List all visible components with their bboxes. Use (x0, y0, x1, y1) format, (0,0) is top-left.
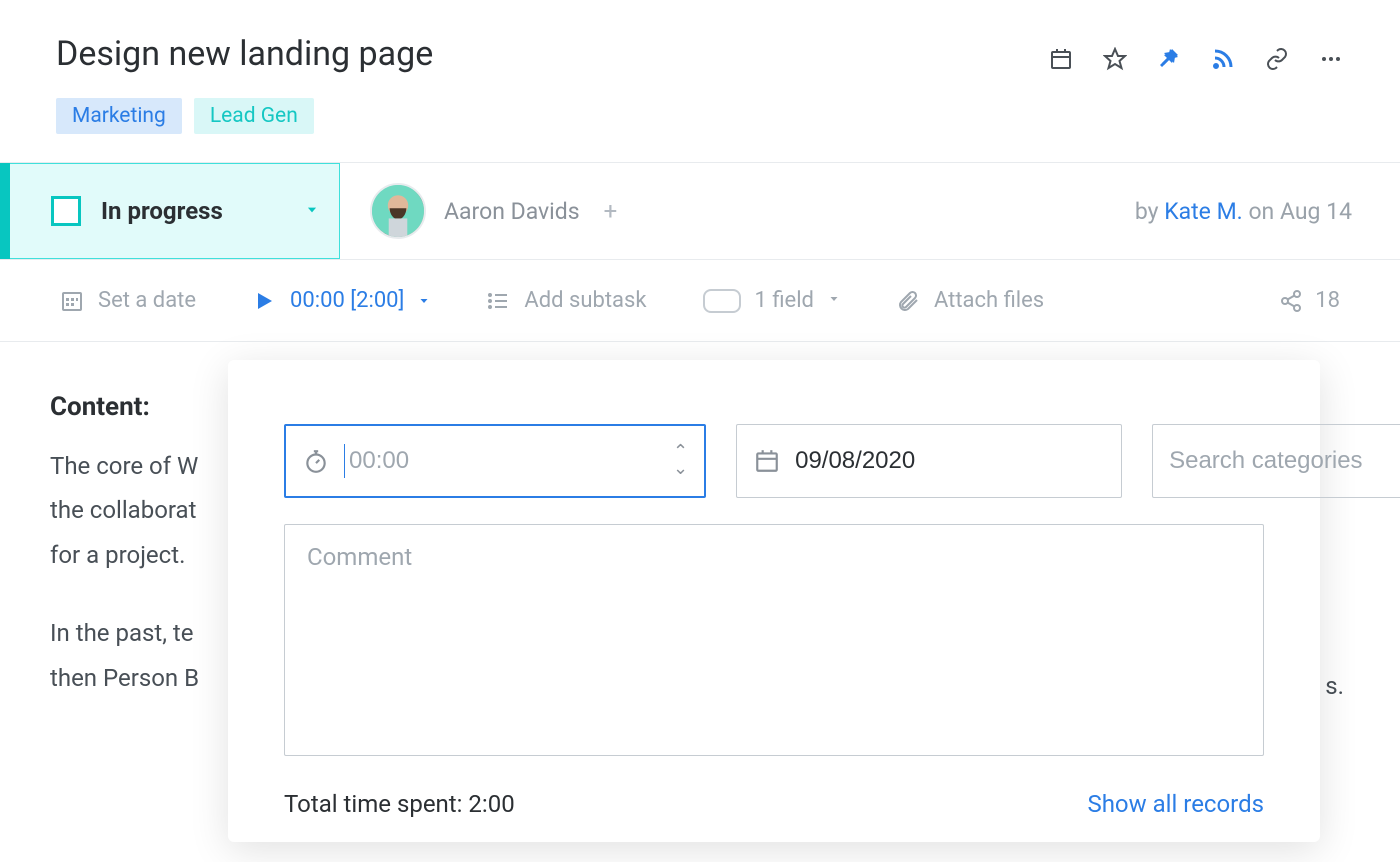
field-badge-icon (703, 289, 741, 313)
comment-input[interactable] (307, 543, 1241, 737)
time-spinner[interactable]: ⌃ ⌄ (673, 446, 688, 475)
calendar-icon (753, 447, 781, 475)
complete-checkbox[interactable] (51, 196, 81, 226)
status-label: In progress (101, 197, 285, 225)
star-icon[interactable] (1102, 46, 1128, 72)
task-title[interactable]: Design new landing page (56, 34, 433, 74)
content-text: The core of W (50, 452, 198, 480)
chevron-down-icon[interactable]: ⌄ (673, 463, 688, 476)
share-icon (1279, 289, 1303, 313)
pin-icon[interactable] (1156, 46, 1182, 72)
show-all-records-link[interactable]: Show all records (1087, 790, 1264, 818)
status-selector[interactable]: In progress (0, 163, 340, 259)
status-row: In progress Aaron Davids + by Kate M. on… (0, 162, 1400, 260)
custom-fields-button[interactable]: 1 field (703, 288, 840, 313)
categories-input[interactable] (1169, 447, 1400, 475)
content-text: the collaborat (50, 496, 196, 524)
share-button[interactable]: 18 (1279, 288, 1340, 313)
header-actions (1048, 34, 1344, 72)
stopwatch-icon (302, 447, 330, 475)
add-subtask-button[interactable]: Add subtask (486, 288, 646, 313)
calendar-grid-icon (60, 289, 84, 313)
tags-row: Marketing Lead Gen (56, 98, 433, 134)
created-date: on Aug 14 (1243, 198, 1352, 225)
rss-icon[interactable] (1210, 46, 1236, 72)
add-assignee-button[interactable]: + (604, 197, 618, 225)
tag-marketing[interactable]: Marketing (56, 98, 182, 134)
chevron-down-icon (828, 293, 840, 309)
total-label-text: Total time spent: (284, 790, 468, 818)
task-toolbar: Set a date 00:00 [2:00] Add subtask 1 fi… (0, 260, 1400, 342)
content-text-fragment: s. (1325, 672, 1344, 700)
timer-button[interactable]: 00:00 [2:00] (252, 288, 430, 313)
play-icon (252, 289, 276, 313)
calendar-icon[interactable] (1048, 46, 1074, 72)
add-subtask-label: Add subtask (524, 288, 646, 313)
created-meta: by Kate M. on Aug 14 (1135, 198, 1400, 225)
date-input[interactable] (795, 447, 1105, 475)
share-count: 18 (1315, 288, 1340, 313)
attach-files-label: Attach files (934, 288, 1044, 313)
content-text: for a project. (50, 541, 185, 569)
avatar[interactable] (370, 183, 426, 239)
author-link[interactable]: Kate M. (1164, 198, 1243, 225)
link-icon[interactable] (1264, 46, 1290, 72)
tag-lead-gen[interactable]: Lead Gen (194, 98, 314, 134)
comment-box[interactable] (284, 524, 1264, 756)
time-entry-popover: ⌃ ⌄ Total time spent: 2:00 Show all reco… (228, 360, 1320, 842)
total-value: 2:00 (468, 790, 514, 818)
set-date-button[interactable]: Set a date (60, 288, 196, 313)
assignee-name[interactable]: Aaron Davids (444, 198, 580, 225)
time-input-wrapper[interactable]: ⌃ ⌄ (284, 424, 706, 498)
content-text: then Person B (50, 664, 199, 692)
content-text: In the past, te (50, 619, 194, 647)
list-icon (486, 289, 510, 313)
paperclip-icon (896, 289, 920, 313)
assignee-block: Aaron Davids + (340, 183, 1135, 239)
attach-files-button[interactable]: Attach files (896, 288, 1044, 313)
text-cursor (344, 444, 345, 478)
chevron-down-icon (305, 201, 319, 222)
task-header: Design new landing page Marketing Lead G… (0, 0, 1400, 142)
set-date-label: Set a date (98, 288, 196, 313)
more-icon[interactable] (1318, 46, 1344, 72)
date-input-wrapper[interactable] (736, 424, 1122, 498)
by-prefix: by (1135, 198, 1164, 225)
time-input[interactable] (349, 447, 659, 475)
categories-input-wrapper[interactable] (1152, 424, 1400, 498)
chevron-down-icon (418, 288, 430, 313)
total-time-label: Total time spent: 2:00 (284, 790, 515, 818)
timer-label: 00:00 [2:00] (290, 288, 404, 313)
field-count-label: 1 field (755, 288, 814, 313)
